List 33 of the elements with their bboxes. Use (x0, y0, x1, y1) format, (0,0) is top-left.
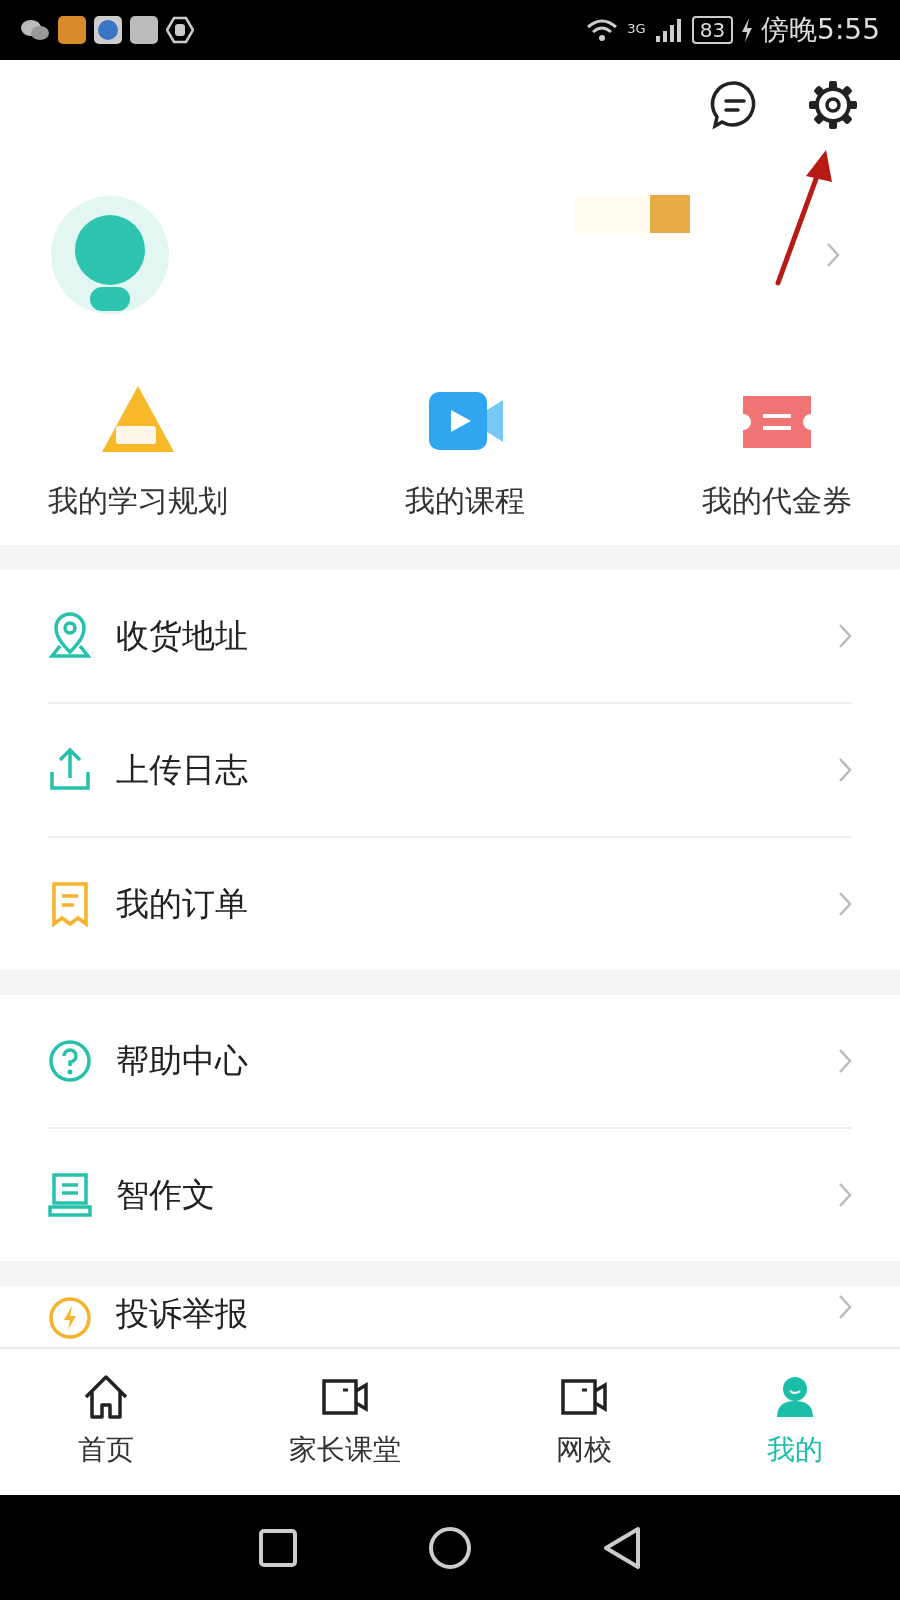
chevron-icon (838, 1182, 852, 1208)
home-button[interactable] (428, 1525, 472, 1570)
quick-action-label[interactable]: 我的课程 (405, 478, 525, 523)
back-button[interactable] (602, 1525, 642, 1570)
menu-item[interactable]: 帮助中心 (0, 995, 900, 1127)
status-time: 傍晚5:55 (761, 12, 880, 48)
quick-action-label[interactable]: 我的学习规划 (48, 478, 228, 523)
chevron-icon (838, 1048, 852, 1074)
menu-item[interactable]: 我的订单 (0, 838, 900, 970)
chevron-icon (838, 1294, 852, 1320)
menu-item[interactable]: 上传日志 (0, 704, 900, 836)
menu-item[interactable]: 投诉举报 (0, 1286, 900, 1347)
help-icon (48, 1037, 92, 1085)
charging-icon (741, 18, 754, 42)
pin-icon (48, 612, 92, 660)
battery-indicator: 83 (691, 16, 734, 44)
chevron-icon (838, 623, 852, 649)
menu-item[interactable]: 智作文 (0, 1129, 900, 1261)
signal-icon (653, 16, 684, 44)
quick-action-label[interactable]: 我的代金券 (702, 478, 852, 523)
globe-icon (94, 16, 122, 44)
chat-app-icon (20, 18, 50, 42)
tab[interactable]: 网校 (549, 1372, 618, 1472)
chevron-icon (838, 757, 852, 783)
recent-apps-button[interactable] (258, 1527, 298, 1568)
chevron-icon (838, 891, 852, 917)
app-icon (58, 16, 86, 44)
settings-icon[interactable] (808, 80, 858, 130)
tab[interactable]: 家长课堂 (282, 1372, 407, 1472)
network-label: 3G (627, 20, 646, 38)
document-icon (48, 1171, 92, 1219)
tab[interactable]: 首页 (71, 1372, 140, 1472)
menu-item[interactable]: 收货地址 (0, 570, 900, 702)
